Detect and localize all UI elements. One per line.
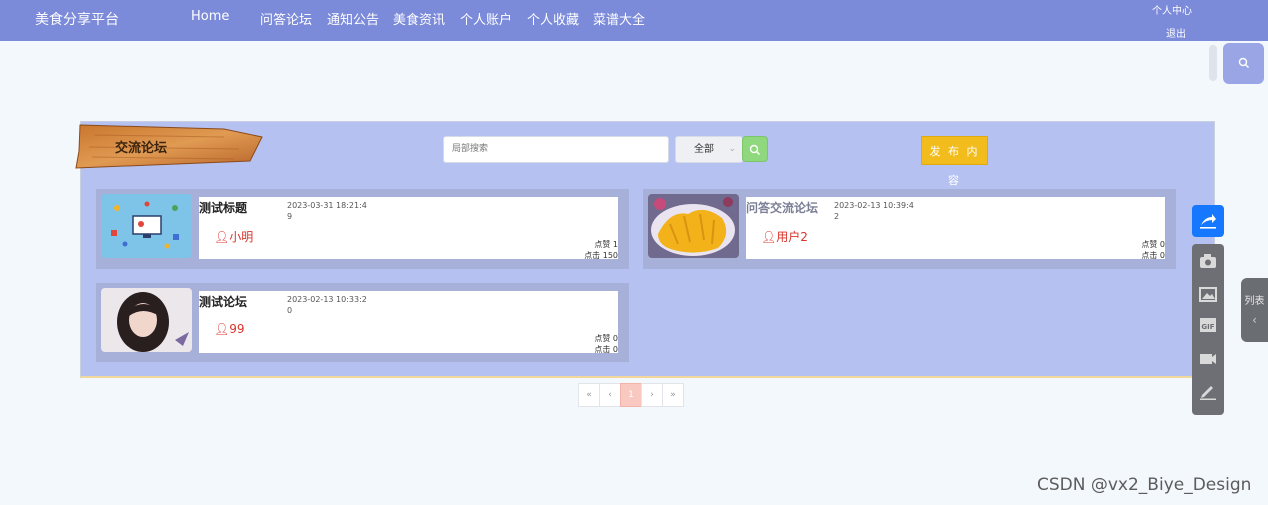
capture-toolbar: GIF: [1192, 244, 1224, 415]
post-date: 2023-02-13 10:39:4: [834, 201, 914, 210]
post-thumbnail-tech[interactable]: [101, 194, 192, 258]
post-card[interactable]: 问答交流论坛 2023-02-13 10:39:4 2 👤︎用户2 点赞 0 点…: [643, 189, 1176, 269]
post-author: 👤︎小明: [214, 228, 253, 245]
search-button[interactable]: [742, 136, 768, 162]
camera-icon[interactable]: [1199, 252, 1217, 270]
page-1[interactable]: 1: [620, 383, 642, 407]
post-card[interactable]: 测试标题 2023-03-31 18:21:4 9 👤︎小明 点赞 1 点击 1…: [96, 189, 629, 269]
section-title: 交流论坛: [115, 141, 168, 156]
post-title[interactable]: 测试标题: [199, 199, 247, 216]
post-author-name: 用户2: [776, 230, 808, 244]
post-clicks: 点击 150: [584, 251, 618, 260]
post-count: 0: [287, 306, 293, 315]
logout-link[interactable]: 退出: [1166, 25, 1186, 40]
post-info: 问答交流论坛 2023-02-13 10:39:4 2 👤︎用户2 点赞 0 点…: [746, 197, 1165, 260]
video-icon[interactable]: [1199, 349, 1217, 367]
chevron-left-icon: ‹: [1252, 313, 1257, 327]
post-card[interactable]: 测试论坛 2023-02-13 10:33:2 0 👤︎99 点赞 0 点击 0: [96, 283, 629, 362]
post-count: 2: [834, 212, 840, 221]
chevron-down-icon: ⌄: [728, 144, 736, 154]
search-icon: [1238, 57, 1249, 68]
side-list-tab[interactable]: 列表 ‹: [1241, 278, 1268, 342]
floating-search-button[interactable]: [1223, 43, 1264, 84]
top-navbar: 美食分享平台 Home 问答论坛 通知公告 美食资讯 个人账户 个人收藏 菜谱大…: [0, 0, 1268, 41]
share-icon: [1200, 214, 1216, 229]
user-icon: 👤︎: [214, 322, 230, 336]
pagination: « ‹ 1 › »: [578, 383, 684, 407]
post-date: 2023-03-31 18:21:4: [287, 201, 367, 210]
category-select[interactable]: 全部 ⌄: [675, 136, 743, 163]
search-input[interactable]: 局部搜索: [443, 136, 669, 163]
page-prev[interactable]: ‹: [599, 383, 621, 407]
image-icon[interactable]: [1199, 285, 1217, 303]
nav-personal-favorites[interactable]: 个人收藏: [527, 9, 579, 28]
post-likes: 点赞 0: [594, 334, 618, 343]
post-count: 9: [287, 212, 293, 221]
personal-center-link[interactable]: 个人中心: [1152, 2, 1192, 17]
gif-icon[interactable]: GIF: [1199, 316, 1217, 334]
post-author-name: 小明: [229, 230, 254, 244]
publish-button[interactable]: 发 布 内 容: [921, 136, 988, 187]
nav-recipes[interactable]: 菜谱大全: [593, 9, 645, 28]
page-last[interactable]: »: [662, 383, 684, 407]
post-info: 测试标题 2023-03-31 18:21:4 9 👤︎小明 点赞 1 点击 1…: [199, 197, 618, 260]
post-thumbnail-mango[interactable]: [648, 194, 739, 258]
post-date: 2023-02-13 10:33:2: [287, 295, 367, 304]
post-clicks: 点击 0: [594, 345, 618, 354]
nav-food-news[interactable]: 美食资讯: [393, 9, 445, 28]
brand-title[interactable]: 美食分享平台: [35, 9, 119, 29]
post-clicks: 点击 0: [1141, 251, 1165, 260]
svg-text:GIF: GIF: [1201, 323, 1214, 331]
nav-personal-account[interactable]: 个人账户: [460, 9, 512, 28]
user-icon: 👤︎: [761, 230, 777, 244]
pen-icon[interactable]: [1199, 382, 1217, 400]
post-likes: 点赞 0: [1141, 240, 1165, 249]
search-icon: [749, 144, 760, 155]
watermark: CSDN @vx2_Biye_Design: [1037, 475, 1252, 495]
post-thumbnail-portrait[interactable]: [101, 288, 192, 352]
post-likes: 点赞 1: [594, 240, 618, 249]
post-author-name: 99: [229, 322, 245, 336]
category-select-value: 全部: [694, 144, 714, 155]
share-button[interactable]: [1192, 205, 1224, 237]
page-next[interactable]: ›: [641, 383, 663, 407]
nav-qa-forum[interactable]: 问答论坛: [260, 9, 312, 28]
nav-home[interactable]: Home: [191, 9, 229, 24]
page-first[interactable]: «: [578, 383, 600, 407]
side-tab-label: 列表: [1244, 296, 1265, 307]
post-author: 👤︎用户2: [761, 228, 808, 245]
post-author: 👤︎99: [214, 322, 245, 336]
post-info: 测试论坛 2023-02-13 10:33:2 0 👤︎99 点赞 0 点击 0: [199, 291, 618, 354]
post-title[interactable]: 测试论坛: [199, 293, 247, 310]
scrollbar-thumb[interactable]: [1209, 45, 1217, 81]
post-title[interactable]: 问答交流论坛: [746, 199, 818, 216]
section-ribbon: [75, 124, 263, 169]
user-icon: 👤︎: [214, 230, 230, 244]
nav-notices[interactable]: 通知公告: [327, 9, 379, 28]
